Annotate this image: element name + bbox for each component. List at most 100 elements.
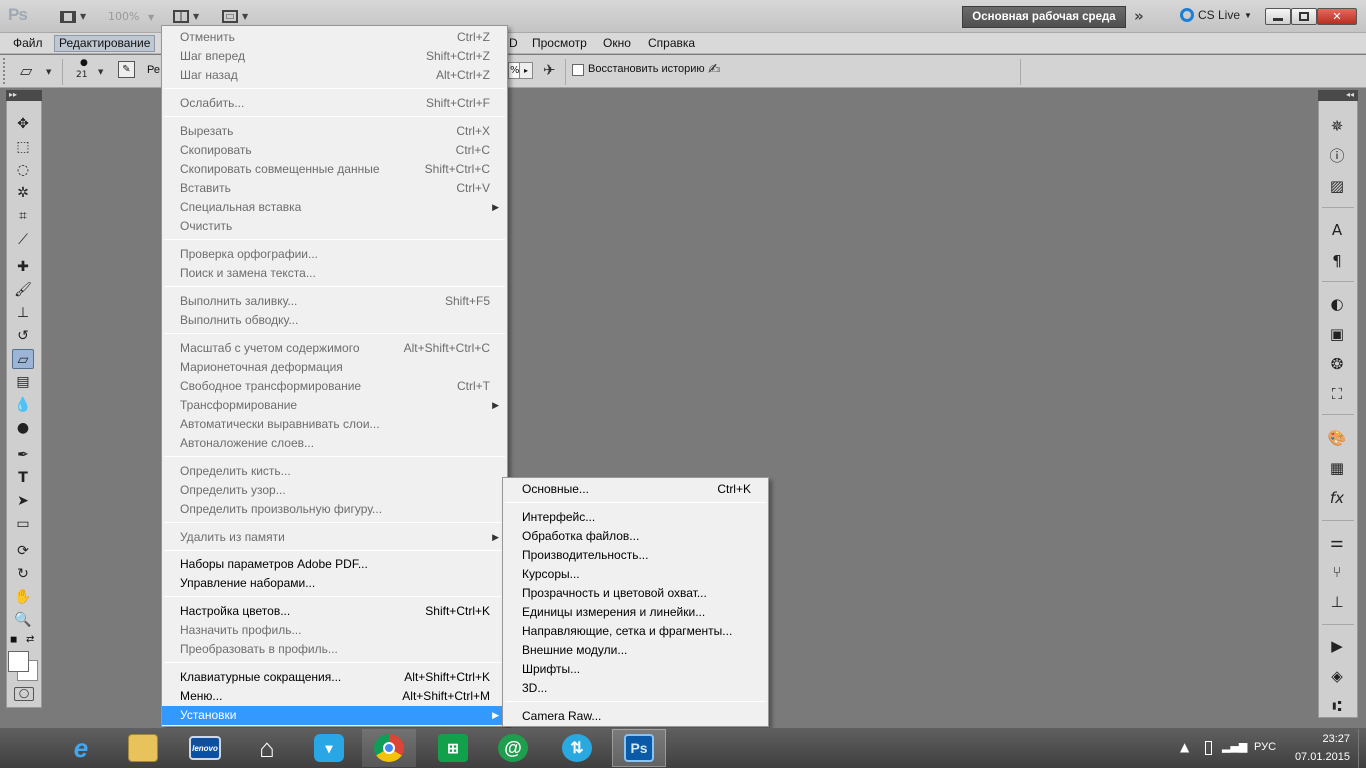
- taskbar-file-explorer[interactable]: [116, 729, 170, 767]
- taskbar-sync[interactable]: ⇅: [550, 729, 604, 767]
- options-grip[interactable]: [3, 58, 7, 84]
- clone-stamp-tool-icon[interactable]: ⊥: [12, 303, 34, 323]
- menu-item-copy-merged[interactable]: Скопировать совмещенные данные Shift+Ctrl…: [162, 160, 507, 179]
- paragraph-panel-icon[interactable]: ¶: [1326, 251, 1348, 271]
- menu-help[interactable]: Справка: [644, 35, 699, 52]
- menu-item-puppet-warp[interactable]: Марионеточная деформация: [162, 358, 507, 377]
- clock-time[interactable]: 23:27: [1300, 733, 1350, 745]
- eyedropper-tool-icon[interactable]: ⟋: [12, 230, 34, 250]
- menu-item-step-backward[interactable]: Шаг назад Alt+Ctrl+Z: [162, 66, 507, 85]
- taskbar-home[interactable]: ⌂: [240, 729, 294, 767]
- masks-panel-icon[interactable]: ⛶: [1326, 384, 1348, 404]
- show-desktop-button[interactable]: [1358, 729, 1366, 768]
- language-indicator[interactable]: РУС: [1254, 741, 1276, 753]
- menu-item-color-settings[interactable]: Настройка цветов... Shift+Ctrl+K: [162, 602, 507, 621]
- menu-item-menus[interactable]: Меню... Alt+Shift+Ctrl+M: [162, 687, 507, 706]
- menu-item-stroke[interactable]: Выполнить обводку...: [162, 311, 507, 330]
- menu-item-keyboard-shortcuts[interactable]: Клавиатурные сокращения... Alt+Shift+Ctrl…: [162, 668, 507, 687]
- menu-item-transform[interactable]: Трансформирование ▶: [162, 396, 507, 415]
- chevron-down-icon[interactable]: ▼: [46, 68, 51, 76]
- menu-item-find-replace[interactable]: Поиск и замена текста...: [162, 264, 507, 283]
- menu-item-auto-align-layers[interactable]: Автоматически выравнивать слои...: [162, 415, 507, 434]
- taskbar-store-bag[interactable]: ▾: [302, 729, 356, 767]
- foreground-color-swatch[interactable]: [8, 651, 29, 672]
- brush-panel-icon[interactable]: ✎: [118, 61, 135, 78]
- menu-item-spell-check[interactable]: Проверка орфографии...: [162, 245, 507, 264]
- brush-presets-panel-icon[interactable]: ◐: [1326, 294, 1348, 314]
- zoom-dropdown-icon[interactable]: ▼: [148, 13, 154, 22]
- submenu-item-transparency-gamut[interactable]: Прозрачность и цветовой охват...: [503, 584, 768, 603]
- menu-file[interactable]: Файл: [9, 35, 47, 52]
- menu-item-preferences[interactable]: Установки ▶: [162, 706, 507, 725]
- zoom-tool-icon[interactable]: 🔍: [12, 610, 34, 630]
- submenu-item-file-handling[interactable]: Обработка файлов...: [503, 527, 768, 546]
- pen-tool-icon[interactable]: ✒: [12, 445, 34, 465]
- dock-expand-icon[interactable]: ◂◂: [1318, 90, 1358, 101]
- menu-item-fade[interactable]: Ослабить... Shift+Ctrl+F: [162, 94, 507, 113]
- submenu-item-3d[interactable]: 3D...: [503, 679, 768, 698]
- menu-item-define-custom-shape[interactable]: Определить произвольную фигуру...: [162, 500, 507, 519]
- menu-view[interactable]: Просмотр: [528, 35, 591, 52]
- healing-brush-tool-icon[interactable]: ✚: [12, 257, 34, 277]
- dodge-tool-icon[interactable]: ●: [12, 418, 34, 438]
- history-brush-tool-icon[interactable]: ↺: [12, 326, 34, 346]
- clock-date[interactable]: 07.01.2015: [1290, 751, 1350, 763]
- clone-source-panel-icon[interactable]: ▣: [1326, 324, 1348, 344]
- submenu-item-plugins[interactable]: Внешние модули...: [503, 641, 768, 660]
- flow-slider-arrow-icon[interactable]: ▸: [519, 62, 533, 79]
- menu-item-cut[interactable]: Вырезать Ctrl+X: [162, 122, 507, 141]
- minimize-button[interactable]: [1265, 8, 1291, 25]
- battery-icon[interactable]: [1205, 741, 1212, 755]
- zoom-level[interactable]: 100%: [108, 10, 139, 23]
- navigator-panel-icon[interactable]: ✵: [1326, 116, 1348, 136]
- tablet-pressure-icon[interactable]: ✍: [708, 60, 721, 78]
- submenu-item-cursors[interactable]: Курсоры...: [503, 565, 768, 584]
- submenu-item-camera-raw[interactable]: Camera Raw...: [503, 707, 768, 726]
- styles-panel-icon[interactable]: fx: [1326, 488, 1348, 508]
- brush-picker-dropdown-icon[interactable]: ▼: [98, 68, 103, 76]
- start-button[interactable]: [0, 729, 54, 767]
- type-tool-icon[interactable]: T: [12, 468, 34, 488]
- menu-item-paste[interactable]: Вставить Ctrl+V: [162, 179, 507, 198]
- more-workspaces-icon[interactable]: »: [1134, 7, 1144, 25]
- close-button[interactable]: ✕: [1317, 8, 1357, 25]
- menu-item-fill[interactable]: Выполнить заливку... Shift+F5: [162, 292, 507, 311]
- menu-item-convert-profile[interactable]: Преобразовать в профиль...: [162, 640, 507, 659]
- cs-live-button[interactable]: CS Live ▼: [1180, 8, 1252, 22]
- menu-item-clear[interactable]: Очистить: [162, 217, 507, 236]
- crop-tool-icon[interactable]: ⌗: [12, 206, 34, 226]
- layers-panel-icon[interactable]: ◈: [1326, 666, 1348, 686]
- menu-item-pdf-presets[interactable]: Наборы параметров Adobe PDF...: [162, 555, 507, 574]
- default-colors-icon[interactable]: ◼: [10, 635, 17, 645]
- menu-item-preset-manager[interactable]: Управление наборами...: [162, 574, 507, 593]
- menu-item-free-transform[interactable]: Свободное трансформирование Ctrl+T: [162, 377, 507, 396]
- submenu-item-guides-grid-slices[interactable]: Направляющие, сетка и фрагменты...: [503, 622, 768, 641]
- restore-button[interactable]: [1291, 8, 1317, 25]
- rectangle-tool-icon[interactable]: ▭: [12, 514, 34, 534]
- arrange-documents-button[interactable]: ▼: [173, 8, 199, 25]
- menu-item-step-forward[interactable]: Шаг вперед Shift+Ctrl+Z: [162, 47, 507, 66]
- menu-item-paste-special[interactable]: Специальная вставка ▶: [162, 198, 507, 217]
- signal-icon[interactable]: ▂▄▆: [1222, 740, 1247, 753]
- character-panel-icon[interactable]: A: [1326, 220, 1348, 240]
- marquee-tool-icon[interactable]: ⬚: [12, 137, 34, 157]
- actions-panel-icon[interactable]: ▶: [1326, 636, 1348, 656]
- submenu-item-performance[interactable]: Производительность...: [503, 546, 768, 565]
- channels-panel-icon[interactable]: ⑆: [1326, 696, 1348, 716]
- eraser-preset-icon[interactable]: ▱: [20, 61, 32, 80]
- brush-tool-icon[interactable]: 🖌: [12, 280, 34, 300]
- eraser-tool-icon[interactable]: ▱: [12, 349, 34, 369]
- restore-history-checkbox[interactable]: [572, 64, 584, 76]
- tool-presets-panel-icon[interactable]: ⊥: [1326, 592, 1348, 612]
- workspace-button[interactable]: Основная рабочая среда: [962, 6, 1126, 28]
- submenu-item-type[interactable]: Шрифты...: [503, 660, 768, 679]
- menu-edit[interactable]: Редактирование: [54, 35, 156, 52]
- taskbar-windows-store[interactable]: ⊞: [426, 729, 480, 767]
- adjustments-panel-icon[interactable]: ⚌: [1326, 532, 1348, 552]
- lasso-tool-icon[interactable]: ◌: [12, 160, 34, 180]
- tools-panel-collapse-icon[interactable]: ▸▸: [6, 90, 42, 101]
- menu-item-define-brush[interactable]: Определить кисть...: [162, 462, 507, 481]
- swap-colors-icon[interactable]: ⇄: [26, 634, 34, 645]
- menu-item-copy[interactable]: Скопировать Ctrl+C: [162, 141, 507, 160]
- move-tool-icon[interactable]: ✥: [12, 114, 34, 134]
